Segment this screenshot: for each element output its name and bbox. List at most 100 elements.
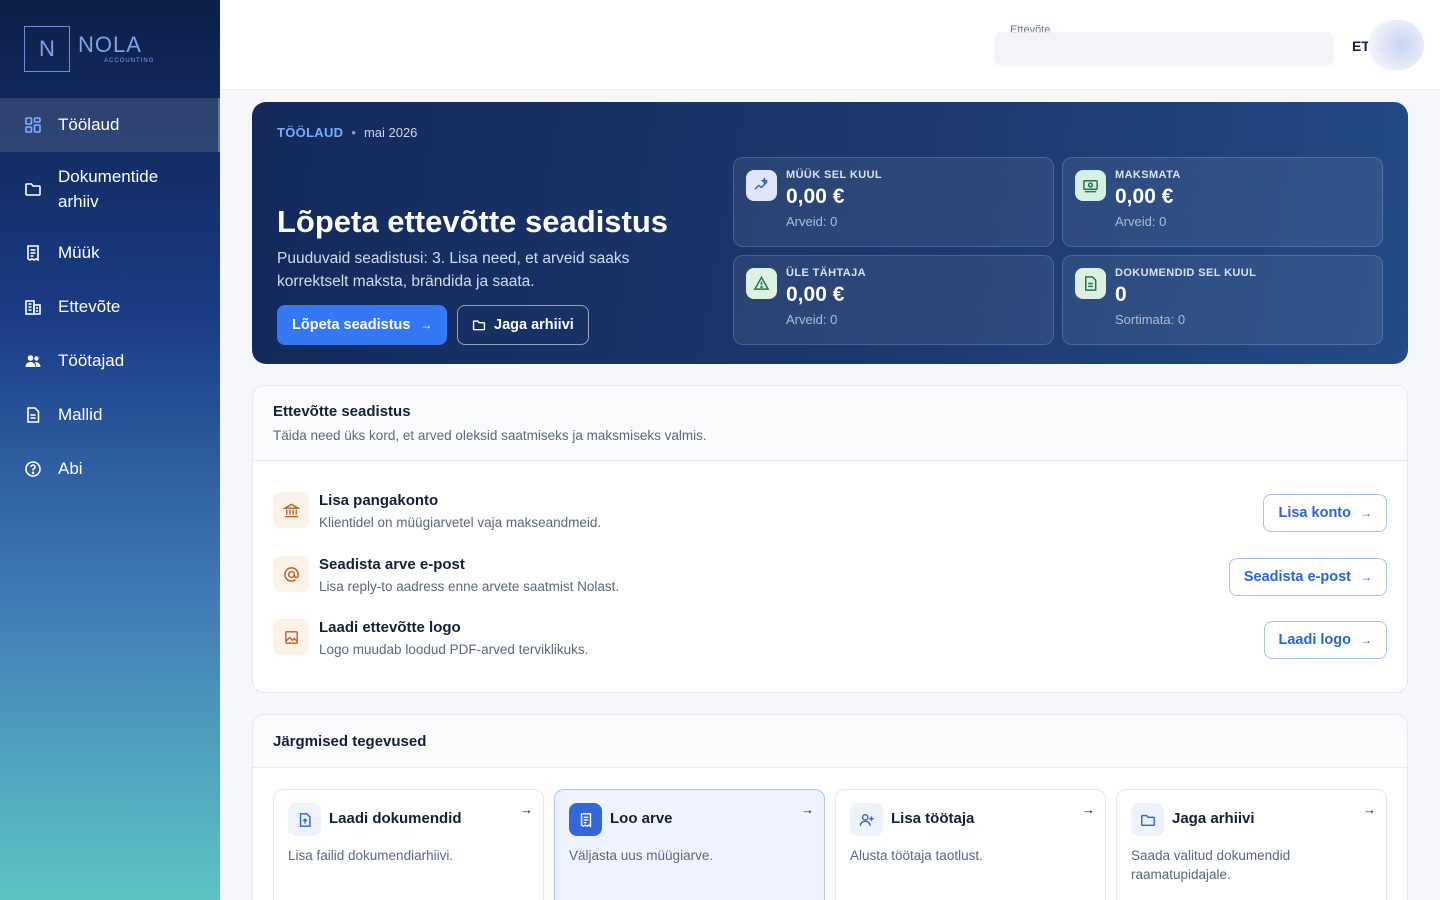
action-share-archive[interactable]: Jaga arhiivi → Saada valitud dokumendid … (1116, 789, 1387, 900)
stat-label: DOKUMENDID SEL KUUL (1115, 267, 1257, 279)
warning-icon (746, 268, 777, 299)
action-description: Alusta töötaja taotlust. (850, 848, 983, 863)
image-icon (273, 619, 309, 655)
sidebar-item-company[interactable]: Ettevõte (0, 280, 220, 334)
task-title: Lisa pangakonto (319, 492, 439, 509)
folder-icon (472, 320, 486, 331)
folder-icon (1131, 803, 1164, 836)
add-account-button[interactable]: Lisa konto → (1263, 494, 1387, 532)
button-label: Laadi logo (1278, 632, 1352, 648)
company-select[interactable] (994, 32, 1334, 66)
brand-logo[interactable]: N NOLA ACCOUNTING (24, 26, 154, 72)
task-title: Laadi ettevõtte logo (319, 619, 461, 636)
upload-file-icon (288, 803, 321, 836)
sidebar-item-archive[interactable]: Dokumentide arhiiv (0, 152, 220, 226)
sidebar-item-label: Töölaud (58, 115, 120, 134)
card-description: Täida need üks kord, et arved oleksid sa… (273, 428, 707, 443)
share-archive-button[interactable]: Jaga arhiivi (457, 305, 589, 345)
stat-value: 0,00 € (1115, 185, 1174, 208)
stat-label: MAKSMATA (1115, 169, 1181, 181)
arrow-right-icon: → (801, 802, 814, 817)
card-title: Järgmised tegevused (273, 733, 427, 750)
users-icon (24, 352, 42, 370)
sidebar-item-templates[interactable]: Mallid (0, 388, 220, 442)
sidebar-item-employees[interactable]: Töötajad (0, 334, 220, 388)
button-label: Lisa konto (1278, 505, 1351, 521)
stat-sales-this-month[interactable]: MÜÜK SEL KUUL 0,00 € Arveid: 0 (733, 157, 1054, 247)
breadcrumb-period: mai 2026 (363, 125, 418, 140)
action-description: Väljasta uus müügiarve. (569, 848, 714, 863)
hero-banner: TÖÖLAUD • mai 2026 Lõpeta ettevõtte sead… (252, 102, 1408, 364)
action-title: Loo arve (610, 810, 673, 827)
stat-overdue[interactable]: ÜLE TÄHTAJA 0,00 € Arveid: 0 (733, 255, 1054, 345)
card-title: Ettevõtte seadistus (273, 403, 411, 420)
task-description: Lisa reply-to aadress enne arvete saatmi… (319, 579, 620, 594)
sidebar-item-label: Mallid (58, 405, 103, 424)
top-header: Ettevõte ET (220, 0, 1440, 90)
breadcrumb: TÖÖLAUD • mai 2026 (277, 125, 417, 140)
template-icon (24, 406, 42, 424)
task-company-logo: Laadi ettevõtte logo Logo muudab loodud … (273, 619, 1387, 669)
at-icon (273, 556, 309, 592)
stat-unpaid[interactable]: MAKSMATA 0,00 € Arveid: 0 (1062, 157, 1383, 247)
card-header: Ettevõtte seadistus Täida need üks kord,… (253, 386, 1407, 461)
logo-subtitle: ACCOUNTING (104, 58, 155, 64)
task-description: Klientidel on müügiarvetel vaja makseand… (319, 515, 602, 530)
sidebar-item-dashboard[interactable]: Töölaud (0, 98, 220, 152)
folder-icon (24, 180, 42, 198)
sidebar-nav: Töölaud Dokumentide arhiiv Müük Ettevõte… (0, 98, 220, 496)
hero-subtitle: Puuduvaid seadistusi: 3. Lisa need, et a… (277, 250, 630, 290)
stat-label: ÜLE TÄHTAJA (786, 267, 866, 279)
avatar[interactable] (1368, 20, 1424, 70)
card-header: Järgmised tegevused (253, 715, 1407, 768)
setup-email-button[interactable]: Seadista e-post → (1228, 558, 1387, 596)
sidebar: N NOLA ACCOUNTING Töölaud Dokumentide ar… (0, 0, 220, 900)
share-archive-label: Jaga arhiivi (494, 317, 574, 333)
sidebar-item-sales[interactable]: Müük (0, 226, 220, 280)
task-title: Seadista arve e-post (319, 556, 465, 573)
action-description: Saada valitud dokumendid raamatupidajale… (1131, 848, 1291, 882)
action-create-invoice[interactable]: Loo arve → Väljasta uus müügiarve. (554, 789, 825, 900)
page-title: Lõpeta ettevõtte seadistus (277, 204, 669, 239)
main-content: TÖÖLAUD • mai 2026 Lõpeta ettevõtte sead… (252, 102, 1408, 900)
invoice-icon (569, 803, 602, 836)
arrow-right-icon: → (420, 318, 433, 332)
task-invoice-email: Seadista arve e-post Lisa reply-to aadre… (273, 556, 1387, 606)
stat-sub: Arveid: 0 (786, 214, 838, 229)
help-icon (24, 460, 42, 478)
breadcrumb-section: TÖÖLAUD (277, 125, 344, 140)
stat-value: 0,00 € (786, 283, 845, 306)
upload-logo-button[interactable]: Laadi logo → (1263, 621, 1387, 659)
arrow-right-icon: → (520, 802, 533, 817)
sidebar-item-label: Dokumentide arhiiv (58, 167, 159, 211)
sidebar-item-label: Ettevõte (58, 297, 121, 316)
finish-setup-button[interactable]: Lõpeta seadistus → (277, 305, 448, 345)
action-title: Jaga arhiivi (1172, 810, 1255, 827)
stat-label: MÜÜK SEL KUUL (786, 169, 883, 181)
arrow-right-icon: → (1360, 506, 1372, 520)
receipt-icon (24, 244, 42, 262)
action-title: Lisa töötaja (891, 810, 975, 827)
document-icon (1075, 268, 1106, 299)
building-icon (24, 298, 42, 316)
add-user-icon (850, 803, 883, 836)
company-setup-card: Ettevõtte seadistus Täida need üks kord,… (252, 385, 1408, 693)
action-upload-documents[interactable]: Laadi dokumendid → Lisa failid dokumendi… (273, 789, 544, 900)
stat-sub: Sortimata: 0 (1115, 312, 1186, 327)
arrow-right-icon: → (1360, 570, 1372, 584)
logo-mark: N (24, 26, 70, 72)
sidebar-item-help[interactable]: Abi (0, 442, 220, 496)
stat-value: 0 (1115, 283, 1127, 306)
stat-sub: Arveid: 0 (786, 312, 838, 327)
sparkle-chart-icon (746, 170, 777, 201)
arrow-right-icon: → (1360, 633, 1372, 647)
logo-name: NOLA (78, 32, 142, 57)
sidebar-item-label: Töötajad (58, 351, 125, 370)
stat-documents-this-month[interactable]: DOKUMENDID SEL KUUL 0 Sortimata: 0 (1062, 255, 1383, 345)
breadcrumb-separator: • (351, 125, 356, 140)
dashboard-icon (24, 116, 42, 134)
action-add-employee[interactable]: Lisa töötaja → Alusta töötaja taotlust. (835, 789, 1106, 900)
stat-sub: Arveid: 0 (1115, 214, 1167, 229)
sidebar-item-label: Müük (58, 243, 100, 262)
cash-icon (1075, 170, 1106, 201)
